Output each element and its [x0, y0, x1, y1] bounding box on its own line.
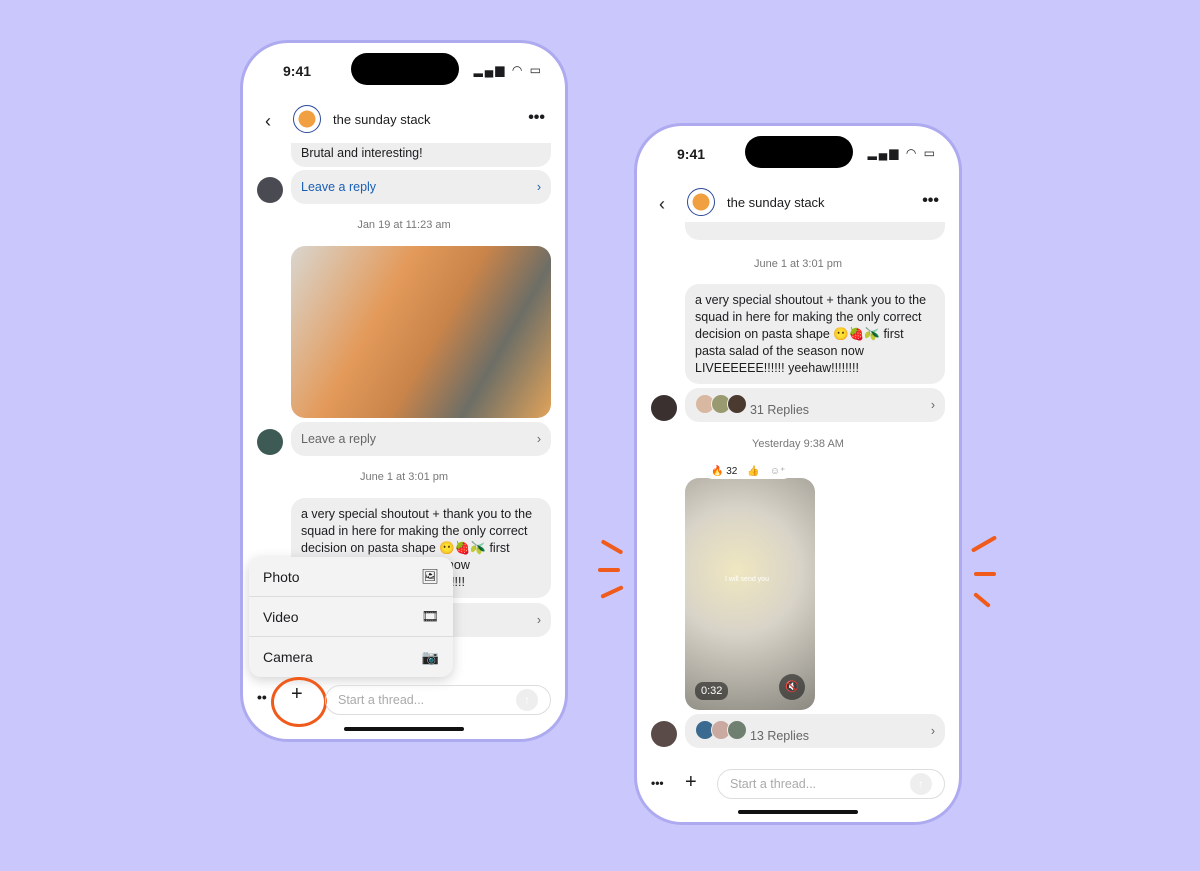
chevron-right-icon: ›	[930, 398, 935, 412]
attachment-menu: Photo 🖼 Video 🎞 Camera 📷	[249, 557, 453, 677]
replies-count: 13 Replies	[749, 728, 810, 743]
replies-summary: 31 Replies	[695, 393, 810, 417]
decorative-dash	[600, 539, 624, 555]
reply-label: Leave a reply	[301, 432, 377, 446]
menu-label: Photo	[263, 568, 300, 585]
status-icons: ▂▄▆ ◠ ▭	[867, 146, 937, 160]
date-separator: Jan 19 at 11:23 am	[357, 219, 451, 231]
status-time: 9:41	[677, 146, 706, 162]
chevron-right-icon: ›	[930, 724, 935, 738]
mute-icon[interactable]: 🔇	[779, 674, 805, 700]
dynamic-island	[745, 136, 853, 168]
menu-item-camera[interactable]: Camera 📷	[249, 637, 453, 677]
replies-button[interactable]	[685, 222, 945, 240]
chat-header: ‹ the sunday stack •••	[637, 186, 959, 222]
message-bubble: a very special shoutout + thank you to t…	[685, 284, 945, 384]
thread-input[interactable]: Start a thread... ↑	[325, 685, 551, 715]
film-icon: 🎞	[421, 608, 439, 624]
camera-icon: 📷	[421, 648, 439, 665]
date-separator: June 1 at 3:01 pm	[359, 471, 449, 483]
reply-label: Leave a reply	[301, 180, 377, 194]
replies-button[interactable]: 13 Replies ›	[685, 714, 945, 748]
more-button[interactable]: •••	[922, 192, 939, 210]
home-indicator	[344, 727, 464, 731]
decorative-dash	[973, 592, 991, 608]
image-icon: 🖼	[421, 568, 439, 584]
video-caption: I will send you	[725, 576, 769, 583]
dynamic-island	[351, 53, 459, 85]
send-icon[interactable]: ↑	[516, 689, 538, 711]
avatar	[257, 177, 283, 203]
video-attachment[interactable]: I will send you 0:32 🔇	[685, 478, 815, 710]
status-icons: ▂▄▆ ◠ ▭	[473, 63, 543, 77]
chat-header: ‹ the sunday stack •••	[243, 103, 565, 139]
photo-attachment[interactable]	[291, 246, 551, 418]
message-bubble: Brutal and interesting!	[291, 143, 551, 167]
back-button[interactable]: ‹	[265, 111, 271, 132]
reaction-fire[interactable]: 🔥 32	[711, 466, 737, 477]
avatar	[727, 393, 747, 414]
group-logo	[687, 188, 715, 216]
replies-button[interactable]: 31 Replies ›	[685, 388, 945, 422]
leave-reply-button[interactable]: Leave a reply ›	[291, 170, 551, 204]
add-button[interactable]: +	[685, 771, 697, 794]
decorative-dash	[974, 572, 996, 576]
input-placeholder: Start a thread...	[338, 693, 425, 707]
chevron-right-icon: ›	[536, 432, 541, 446]
menu-item-photo[interactable]: Photo 🖼	[249, 557, 453, 597]
leave-reply-button[interactable]: Leave a reply ›	[291, 422, 551, 456]
back-button[interactable]: ‹	[659, 194, 665, 215]
chevron-right-icon: ›	[536, 613, 541, 627]
input-placeholder: Start a thread...	[730, 777, 817, 791]
highlight-circle	[271, 677, 327, 727]
send-icon[interactable]: ↑	[910, 773, 932, 795]
decorative-dash	[600, 585, 624, 599]
phone-right: 9:41 ▂▄▆ ◠ ▭ ‹ the sunday stack ••• June…	[634, 123, 962, 825]
add-reaction-icon[interactable]: ☺⁺	[770, 466, 786, 477]
reactions-bar: 🔥 32 👍 ☺⁺	[705, 464, 792, 479]
replies-count: 31 Replies	[749, 402, 810, 417]
replies-summary: 13 Replies	[695, 719, 810, 743]
phone-left: 9:41 ▂▄▆ ◠ ▭ ‹ the sunday stack ••• Brut…	[240, 40, 568, 742]
thread-input[interactable]: Start a thread... ↑	[717, 769, 945, 799]
reaction-count: 32	[726, 466, 738, 477]
more-options-button[interactable]: •••	[651, 776, 664, 790]
date-separator: Yesterday 9:38 AM	[752, 438, 844, 450]
more-options-button[interactable]: ••	[257, 689, 267, 705]
avatar	[257, 429, 283, 455]
date-separator: June 1 at 3:01 pm	[753, 258, 843, 270]
status-time: 9:41	[283, 63, 312, 79]
avatar	[651, 395, 677, 421]
chat-title: the sunday stack	[333, 112, 431, 127]
reaction-thumbs-up[interactable]: 👍	[747, 466, 759, 477]
decorative-dash	[970, 535, 998, 553]
avatar	[727, 719, 747, 740]
video-duration: 0:32	[695, 682, 729, 700]
group-logo	[293, 105, 321, 133]
decorative-dash	[598, 568, 620, 572]
more-button[interactable]: •••	[528, 109, 545, 127]
home-indicator	[738, 810, 858, 814]
menu-item-video[interactable]: Video 🎞	[249, 597, 453, 637]
chat-title: the sunday stack	[727, 195, 825, 210]
menu-label: Video	[263, 608, 299, 625]
fire-icon: 🔥	[711, 466, 724, 477]
chevron-right-icon: ›	[536, 180, 541, 194]
avatar	[651, 721, 677, 747]
menu-label: Camera	[263, 649, 313, 665]
